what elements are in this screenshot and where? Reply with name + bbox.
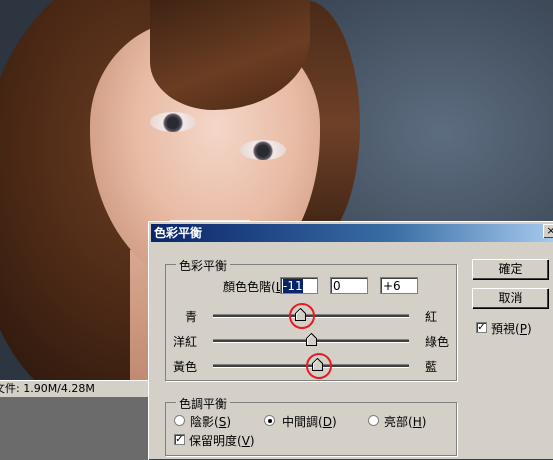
slider-green-label: 綠色 xyxy=(425,335,450,349)
slider-yellow-label: 黃色 xyxy=(173,360,198,374)
level-cyan-red-field[interactable]: -11 xyxy=(280,277,318,294)
slider-blue-label: 藍 xyxy=(425,360,438,374)
shadows-radio[interactable] xyxy=(174,415,185,426)
level-magenta-green-field[interactable]: 0 xyxy=(330,277,368,294)
yellow-blue-highlight-circle xyxy=(305,353,332,379)
ok-button[interactable]: 確定 xyxy=(472,259,548,279)
preserve-luminosity-checkbox[interactable]: ✓ xyxy=(174,434,185,445)
preserve-luminosity-label: 保留明度(V) xyxy=(189,434,255,448)
dialog-title: 色彩平衡 xyxy=(154,226,203,240)
color-balance-dialog: 色彩平衡 × 色彩平衡 顏色色階(L): -11 0 +6 青 紅 洋紅 綠色 … xyxy=(148,221,553,460)
cancel-button[interactable]: 取消 xyxy=(472,288,548,308)
shadows-label: 陰影(S) xyxy=(190,415,231,429)
highlights-radio[interactable] xyxy=(368,415,379,426)
portrait-left-eye xyxy=(150,112,196,132)
tone-balance-legend: 色調平衡 xyxy=(176,395,231,412)
dialog-titlebar[interactable]: 色彩平衡 xyxy=(151,224,553,242)
slider-cyan-label: 青 xyxy=(185,310,198,324)
magenta-green-slider-thumb[interactable] xyxy=(306,332,317,346)
portrait-right-eye xyxy=(240,140,286,160)
preview-label: 預視(P) xyxy=(491,322,532,336)
close-button[interactable]: × xyxy=(543,224,553,238)
midtones-label: 中間調(D) xyxy=(282,415,337,429)
preview-checkbox[interactable]: ✓ xyxy=(476,322,487,333)
slider-red-label: 紅 xyxy=(425,310,438,324)
level-yellow-blue-field[interactable]: +6 xyxy=(380,277,418,294)
status-text: 文件: 1.90M/4.28M xyxy=(0,382,95,395)
slider-magenta-label: 洋紅 xyxy=(173,335,198,349)
document-size-status: 文件: 1.90M/4.28M xyxy=(0,380,148,397)
highlights-label: 亮部(H) xyxy=(384,415,427,429)
color-balance-legend: 色彩平衡 xyxy=(176,257,231,274)
midtones-radio[interactable] xyxy=(264,415,275,426)
